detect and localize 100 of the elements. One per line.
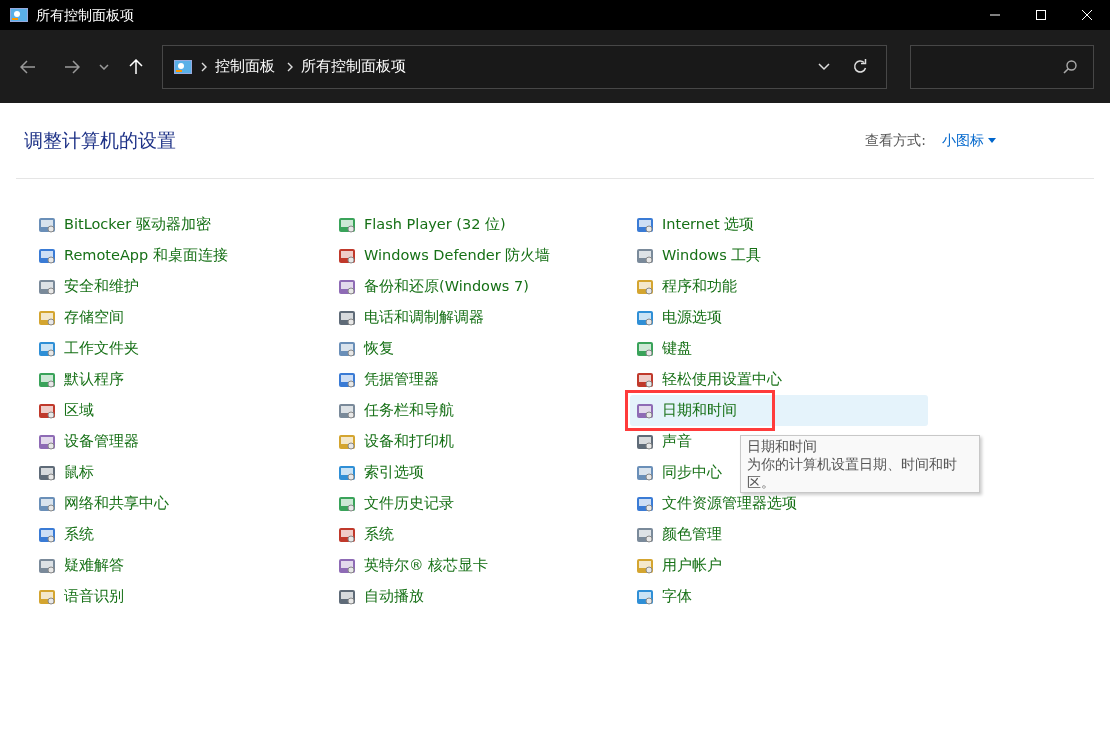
control-panel-item[interactable]: 同步中心 [630, 457, 722, 488]
control-panel-item[interactable]: 文件资源管理器选项 [630, 488, 797, 519]
control-panel-icon [636, 339, 654, 358]
control-panel-icon [338, 401, 356, 420]
control-panel-item[interactable]: 日期和时间 [630, 395, 928, 426]
control-panel-item[interactable]: 默认程序 [32, 364, 124, 395]
control-panel-icon [38, 556, 56, 575]
control-panel-icon [38, 494, 56, 513]
control-panel-item[interactable]: 凭据管理器 [332, 364, 439, 395]
control-panel-icon [38, 339, 56, 358]
control-panel-item[interactable]: 系统 [332, 519, 394, 550]
control-panel-item[interactable]: 网络和共享中心 [32, 488, 169, 519]
control-panel-item[interactable]: 设备和打印机 [332, 426, 454, 457]
control-panel-icon [338, 556, 356, 575]
control-panel-item[interactable]: 备份和还原(Windows 7) [332, 271, 529, 302]
search-icon [1063, 59, 1077, 74]
caret-icon [988, 138, 996, 143]
control-panel-item[interactable]: 索引选项 [332, 457, 424, 488]
control-panel-item[interactable]: Windows 工具 [630, 240, 762, 271]
control-panel-icon [636, 463, 654, 482]
control-panel-icon [338, 432, 356, 451]
control-panel-item[interactable]: 存储空间 [32, 302, 124, 333]
control-panel-icon [636, 215, 654, 234]
control-panel-icon [38, 277, 56, 296]
chevron-icon [201, 61, 207, 72]
control-panel-item[interactable]: Flash Player (32 位) [332, 209, 506, 240]
control-panel-item[interactable]: BitLocker 驱动器加密 [32, 209, 211, 240]
maximize-icon [1036, 10, 1046, 20]
control-panel-icon [38, 370, 56, 389]
control-panel-item[interactable]: 键盘 [630, 333, 692, 364]
forward-arrow-icon [64, 59, 80, 74]
control-panel-icon [636, 525, 654, 544]
control-panel-item[interactable]: 轻松使用设置中心 [630, 364, 782, 395]
window-title: 所有控制面板项 [36, 5, 134, 25]
control-panel-icon [636, 370, 654, 389]
view-by-label: 查看方式: [865, 131, 926, 150]
control-panel-icon [338, 587, 356, 606]
control-panel-icon [38, 432, 56, 451]
control-panel-icon [38, 463, 56, 482]
control-panel-item[interactable]: 工作文件夹 [32, 333, 139, 364]
control-panel-icon [636, 494, 654, 513]
view-by-dropdown[interactable]: 小图标 [942, 130, 996, 151]
control-panel-item[interactable]: 电话和调制解调器 [332, 302, 484, 333]
control-panel-icon [173, 59, 193, 74]
control-panel-item[interactable]: 英特尔® 核芯显卡 [332, 550, 489, 581]
breadcrumb[interactable]: 所有控制面板项 [301, 55, 406, 78]
control-panel-icon [338, 525, 356, 544]
chevron-down-icon [818, 62, 830, 71]
control-panel-item[interactable]: 恢复 [332, 333, 394, 364]
control-panel-icon [338, 215, 356, 234]
control-panel-item[interactable]: 字体 [630, 581, 692, 612]
control-panel-item[interactable]: 文件历史记录 [332, 488, 454, 519]
control-panel-icon [338, 246, 356, 265]
page-title: 调整计算机的设置 [24, 128, 176, 154]
control-panel-item[interactable]: 疑难解答 [32, 550, 124, 581]
control-panel-item[interactable]: 程序和功能 [630, 271, 737, 302]
control-panel-icon [636, 246, 654, 265]
control-panel-icon [38, 525, 56, 544]
control-panel-icon [338, 308, 356, 327]
control-panel-icon [38, 215, 56, 234]
control-panel-icon [38, 401, 56, 420]
control-panel-item[interactable]: 系统 [32, 519, 94, 550]
control-panel-icon [636, 308, 654, 327]
control-panel-icon [636, 556, 654, 575]
tooltip-title: 日期和时间 [747, 437, 818, 455]
control-panel-item[interactable]: 设备管理器 [32, 426, 139, 457]
control-panel-item[interactable]: 颜色管理 [630, 519, 722, 550]
control-panel-item[interactable]: Windows Defender 防火墙 [332, 240, 551, 271]
chevron-icon [287, 61, 293, 72]
control-panel-item[interactable]: 声音 [630, 426, 692, 457]
control-panel-item[interactable]: 语音识别 [32, 581, 124, 612]
control-panel-icon [338, 277, 356, 296]
control-panel-icon [636, 432, 654, 451]
refresh-icon [852, 58, 868, 75]
control-panel-item[interactable]: 鼠标 [32, 457, 94, 488]
control-panel-icon [636, 587, 654, 606]
control-panel-icon [38, 246, 56, 265]
control-panel-icon [338, 494, 356, 513]
close-icon [1082, 10, 1092, 20]
control-panel-item[interactable]: Internet 选项 [630, 209, 755, 240]
control-panel-icon [338, 463, 356, 482]
breadcrumb[interactable]: 控制面板 [215, 55, 275, 78]
back-arrow-icon [20, 59, 36, 74]
control-panel-item[interactable]: 用户帐户 [630, 550, 722, 581]
control-panel-icon [338, 370, 356, 389]
control-panel-icon [636, 401, 654, 420]
tooltip-text: 为你的计算机设置日期、时间和时区。 [747, 455, 958, 491]
control-panel-item[interactable]: 自动播放 [332, 581, 424, 612]
control-panel-item[interactable]: 区域 [32, 395, 94, 426]
control-panel-item[interactable]: RemoteApp 和桌面连接 [32, 240, 228, 271]
control-panel-icon [38, 587, 56, 606]
control-panel-item[interactable]: 任务栏和导航 [332, 395, 454, 426]
control-panel-item[interactable]: 电源选项 [630, 302, 722, 333]
control-panel-icon [338, 339, 356, 358]
control-panel-icon [38, 308, 56, 327]
control-panel-item[interactable]: 安全和维护 [32, 271, 139, 302]
search-field[interactable] [910, 44, 1094, 89]
chevron-down-icon [99, 63, 109, 70]
up-arrow-icon [129, 58, 143, 75]
control-panel-icon [10, 8, 28, 22]
